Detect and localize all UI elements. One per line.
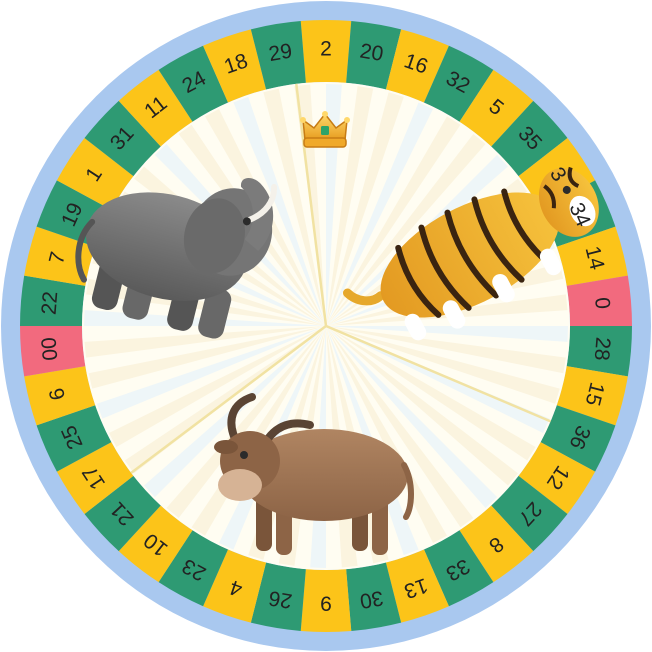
pocket-label: 26	[267, 586, 294, 613]
pocket-label: 28	[590, 336, 615, 361]
pocket-label: 00	[38, 336, 63, 361]
pocket-label: 0	[590, 296, 614, 310]
pocket-label: 20	[358, 40, 385, 67]
roulette-wheel: 2 20 1632535334140281536122783313309264231…	[1, 1, 651, 651]
pocket-label: 30	[358, 586, 385, 613]
pocket-label: 2	[320, 38, 332, 61]
pocket-label: 22	[38, 291, 63, 316]
pocket-label: 29	[267, 40, 294, 67]
pocket-label: 9	[320, 592, 332, 615]
